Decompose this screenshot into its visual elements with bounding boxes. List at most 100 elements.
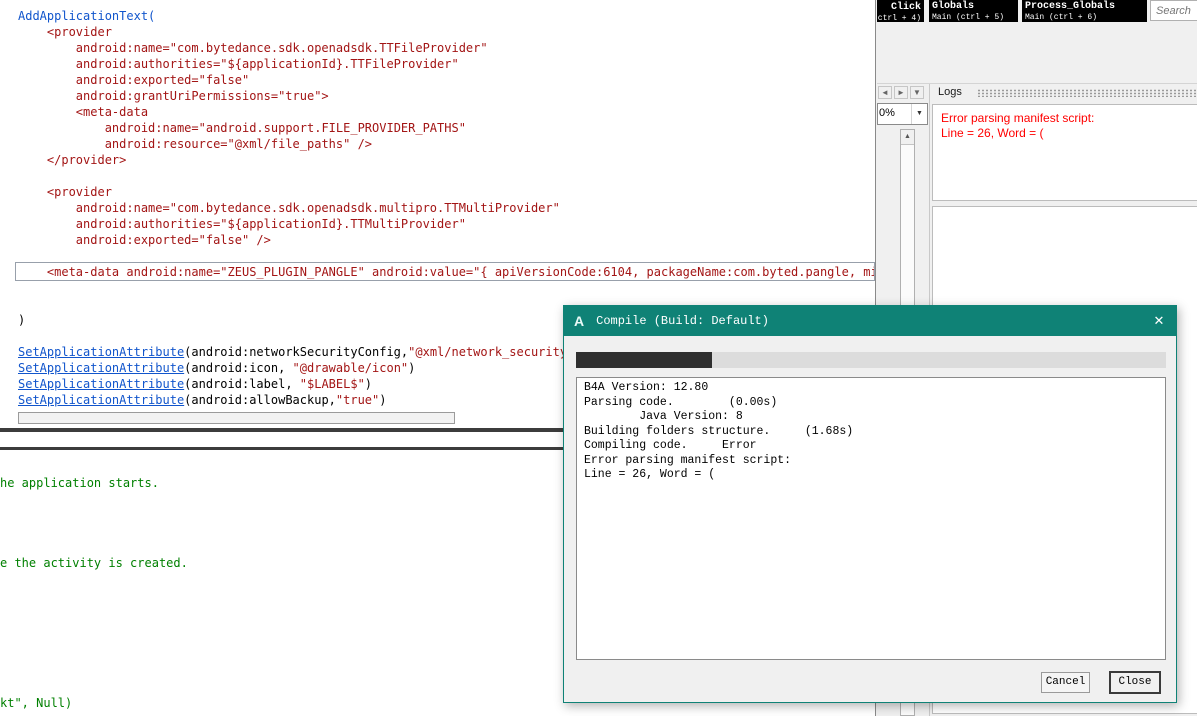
chevron-down-icon[interactable]: ▼ bbox=[911, 104, 927, 124]
code-segment: (android:icon, bbox=[184, 361, 293, 375]
dialog-title-bar[interactable]: A Compile (Build: Default) ✕ bbox=[564, 306, 1176, 336]
log-error-line: Line = 26, Word = ( bbox=[941, 126, 1044, 140]
dialog-title: Compile (Build: Default) bbox=[596, 314, 769, 328]
code-segment: <provider bbox=[46, 25, 112, 39]
code-line: android:grantUriPermissions="true"> bbox=[18, 88, 874, 104]
code-segment: ) bbox=[408, 361, 416, 375]
b4a-logo-icon: A bbox=[574, 313, 585, 329]
compile-output-line: Building folders structure. (1.68s) bbox=[584, 424, 854, 438]
compile-dialog: A Compile (Build: Default) ✕ B4A Version… bbox=[563, 305, 1177, 703]
zoom-value: 0% bbox=[879, 107, 895, 119]
log-error-line: Error parsing manifest script: bbox=[941, 111, 1095, 125]
code-segment: SetApplicationAttribute bbox=[18, 361, 185, 375]
code-segment: <meta-data bbox=[75, 105, 149, 119]
tab-shortcut: Main (ctrl + 5) bbox=[932, 13, 1005, 22]
compile-output-line: Compiling code. Error bbox=[584, 439, 757, 452]
code-segment: SetApplicationAttribute bbox=[18, 377, 185, 391]
close-icon[interactable]: ✕ bbox=[1142, 306, 1176, 336]
code-segment: android:resource="@xml/file_paths" /> bbox=[104, 137, 373, 151]
code-line: he application starts. bbox=[0, 475, 159, 491]
code-segment: android:grantUriPermissions="true"> bbox=[75, 89, 329, 103]
search-box bbox=[1150, 0, 1197, 21]
cancel-button[interactable]: Cancel bbox=[1041, 672, 1090, 693]
code-segment: "@drawable/icon" bbox=[292, 361, 409, 375]
code-line: android:name="com.bytedance.sdk.openadsd… bbox=[18, 200, 874, 216]
code-segment: AddApplicationText( bbox=[18, 9, 156, 23]
code-line: android:name="android.support.FILE_PROVI… bbox=[18, 120, 874, 136]
code-segment: ) bbox=[379, 393, 387, 407]
code-segment: SetApplicationAttribute bbox=[18, 393, 185, 407]
code-segment: "@xml/network_security_c bbox=[408, 345, 582, 359]
tab-shortcut: Main (ctrl + 6) bbox=[1025, 13, 1098, 22]
code-line: <provider bbox=[18, 24, 874, 40]
tab-shortcut: (ctrl + 4) bbox=[877, 14, 921, 23]
compile-output-line: Java Version: 8 bbox=[584, 410, 743, 423]
code-line: <meta-data android:name="ZEUS_PLUGIN_PAN… bbox=[18, 264, 874, 280]
code-segment: he application starts. bbox=[0, 476, 159, 490]
quick-jump-tab-process-globals[interactable]: Process_Globals Main (ctrl + 6) bbox=[1022, 0, 1147, 22]
back-icon[interactable]: ◄ bbox=[878, 85, 892, 99]
compile-output-line: Error parsing manifest script: bbox=[584, 453, 792, 467]
code-segment: android:exported="false" bbox=[75, 73, 250, 87]
code-segment: (android:label, bbox=[184, 377, 300, 391]
code-segment: e the activity is created. bbox=[0, 556, 188, 570]
code-segment: android:exported="false" /> bbox=[75, 233, 271, 247]
zoom-select[interactable]: 0% ▼ bbox=[877, 103, 928, 125]
code-line: <provider bbox=[18, 184, 874, 200]
code-line: AddApplicationText( bbox=[18, 8, 874, 24]
code-line: android:authorities="${applicationId}.TT… bbox=[18, 56, 874, 72]
dropdown-icon[interactable]: ▼ bbox=[910, 85, 924, 99]
logs-lines: Error parsing manifest script: Line = 26,… bbox=[941, 111, 1191, 141]
divider bbox=[877, 83, 1197, 84]
code-line: </provider> bbox=[18, 152, 874, 168]
tab-label: Globals bbox=[932, 1, 975, 12]
compile-output-line: B4A Version: 12.80 bbox=[584, 381, 709, 394]
dotted-divider bbox=[977, 89, 1197, 97]
forward-icon[interactable]: ► bbox=[894, 85, 908, 99]
progress-fill bbox=[576, 352, 712, 368]
tab-label: Click bbox=[890, 2, 921, 13]
code-segment: android:authorities="${applicationId}.TT… bbox=[75, 217, 466, 231]
code-line: kt", Null) bbox=[0, 695, 72, 711]
code-segment: <provider bbox=[46, 185, 112, 199]
search-input[interactable] bbox=[1150, 0, 1197, 21]
code-segment: ) bbox=[364, 377, 373, 391]
compile-output-line: Line = 26, Word = ( bbox=[584, 468, 716, 481]
code-line: android:authorities="${applicationId}.TT… bbox=[18, 216, 874, 232]
horizontal-scrollbar[interactable] bbox=[18, 412, 455, 424]
code-segment: ) bbox=[18, 313, 26, 327]
code-line: android:exported="false" /> bbox=[18, 232, 874, 248]
code-segment: </provider> bbox=[46, 153, 127, 167]
code-line: <meta-data bbox=[18, 104, 874, 120]
quick-jump-tab-click[interactable]: Click (ctrl + 4) bbox=[877, 0, 924, 22]
scroll-up-icon[interactable]: ▲ bbox=[901, 130, 914, 145]
close-button[interactable]: Close bbox=[1109, 671, 1161, 694]
code-segment: SetApplicationAttribute bbox=[18, 345, 185, 359]
logs-title: Logs bbox=[938, 86, 962, 98]
code-segment: (android:networkSecurityConfig, bbox=[184, 345, 409, 359]
code-line: android:exported="false" bbox=[18, 72, 874, 88]
code-line: android:name="com.bytedance.sdk.openadsd… bbox=[18, 40, 874, 56]
code-segment: android:name="com.bytedance.sdk.openadsd… bbox=[75, 41, 488, 55]
code-segment: android:name="com.bytedance.sdk.openadsd… bbox=[75, 201, 560, 215]
code-segment: (android:allowBackup, bbox=[184, 393, 336, 407]
code-segment: "$LABEL$" bbox=[299, 377, 365, 391]
code-line: android:resource="@xml/file_paths" /> bbox=[18, 136, 874, 152]
code-segment: "true" bbox=[335, 393, 380, 407]
quick-jump-tab-globals[interactable]: Globals Main (ctrl + 5) bbox=[929, 0, 1018, 22]
tab-label: Process_Globals bbox=[1025, 1, 1116, 12]
